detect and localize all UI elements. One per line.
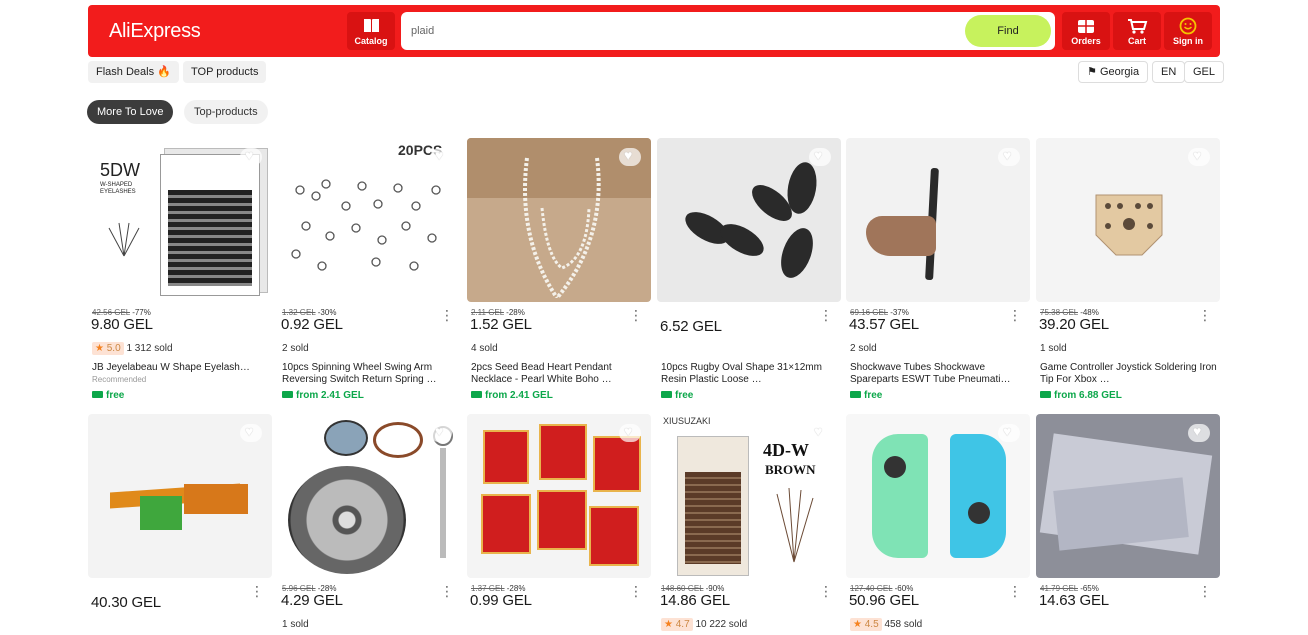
tab-top-products[interactable]: Top-products xyxy=(184,100,268,124)
wishlist-heart-icon[interactable] xyxy=(1188,423,1210,442)
language-selector[interactable]: EN xyxy=(1152,61,1186,83)
product-card[interactable]: 40.30 GEL ⋮ xyxy=(88,414,272,611)
product-card[interactable]: 20PCS 1.32 GEL -30% 0.92 GEL ⋮ 2 sold 10… xyxy=(278,138,462,401)
more-options-icon[interactable]: ⋮ xyxy=(819,584,833,598)
top-products-chip[interactable]: TOP products xyxy=(183,61,267,83)
product-card[interactable]: 41.79 GEL -65% 14.63 GEL ⋮ xyxy=(1036,414,1220,609)
flash-deals-chip[interactable]: Flash Deals 🔥 xyxy=(88,61,179,83)
wishlist-heart-icon[interactable] xyxy=(240,423,262,442)
product-card[interactable]: 75.38 GEL -48% 39.20 GEL ⋮ 1 sold Game C… xyxy=(1036,138,1220,401)
truck-icon xyxy=(92,391,103,398)
tab-more-to-love[interactable]: More To Love xyxy=(87,100,174,124)
catalog-icon xyxy=(347,16,395,36)
wishlist-heart-icon[interactable] xyxy=(430,423,452,442)
currency-selector[interactable]: GEL xyxy=(1184,61,1225,83)
wishlist-heart-icon[interactable] xyxy=(430,147,452,166)
product-card[interactable]: 2.11 GEL -28% 1.52 GEL ⋮ 4 sold 2pcs See… xyxy=(467,138,651,401)
more-options-icon[interactable]: ⋮ xyxy=(629,584,643,598)
truck-icon xyxy=(1040,391,1051,398)
wishlist-heart-icon[interactable] xyxy=(998,423,1020,442)
more-options-icon[interactable]: ⋮ xyxy=(440,308,454,322)
more-options-icon[interactable]: ⋮ xyxy=(1198,308,1212,322)
wishlist-heart-icon[interactable] xyxy=(809,147,831,166)
search-input[interactable] xyxy=(411,12,951,50)
product-card[interactable]: 5.96 GEL -28% 4.29 GEL ⋮ 1 sold xyxy=(278,414,462,630)
product-card[interactable]: XIUSUZAKI 4D-W BROWN 148.60 GEL -90% 14.… xyxy=(657,414,841,631)
aliexpress-logo[interactable]: AliExpress xyxy=(109,20,201,43)
more-options-icon[interactable]: ⋮ xyxy=(629,308,643,322)
more-options-icon[interactable]: ⋮ xyxy=(1008,308,1022,322)
product-card[interactable]: 127.40 GEL -60% 50.96 GEL ⋮ ★ 4.5 458 so… xyxy=(846,414,1030,631)
truck-icon xyxy=(850,391,861,398)
more-options-icon[interactable]: ⋮ xyxy=(819,308,833,322)
wishlist-heart-icon[interactable] xyxy=(619,423,641,442)
product-card[interactable]: 6.52 GEL ⋮ 10pcs Rugby Oval Shape 31×12m… xyxy=(657,138,841,401)
more-options-icon[interactable]: ⋮ xyxy=(440,584,454,598)
wishlist-heart-icon[interactable] xyxy=(619,147,641,166)
product-card[interactable]: 1.37 GEL -28% 0.99 GEL ⋮ xyxy=(467,414,651,609)
wishlist-heart-icon[interactable] xyxy=(809,423,831,442)
header-bar: AliExpress Catalog Find Orders Cart Sign… xyxy=(88,5,1220,57)
more-options-icon[interactable]: ⋮ xyxy=(1008,584,1022,598)
star-icon: ★ xyxy=(853,619,862,630)
more-options-icon[interactable]: ⋮ xyxy=(250,584,264,598)
cart-icon xyxy=(1113,16,1161,36)
country-selector[interactable]: ⚑ Georgia xyxy=(1078,61,1149,83)
cart-button[interactable]: Cart xyxy=(1113,12,1161,50)
catalog-button[interactable]: Catalog xyxy=(347,12,395,50)
truck-icon xyxy=(282,391,293,398)
smiley-icon xyxy=(1164,16,1212,36)
orders-button[interactable]: Orders xyxy=(1062,12,1110,50)
truck-icon xyxy=(661,391,672,398)
search-box: Find xyxy=(401,12,1055,50)
orders-icon xyxy=(1062,16,1110,36)
product-card[interactable]: 69.16 GEL -37% 43.57 GEL ⋮ 2 sold Shockw… xyxy=(846,138,1030,401)
star-icon: ★ xyxy=(664,619,673,630)
wishlist-heart-icon[interactable] xyxy=(240,147,262,166)
wishlist-heart-icon[interactable] xyxy=(998,147,1020,166)
truck-icon xyxy=(471,391,482,398)
location-flag-icon: ⚑ xyxy=(1087,66,1097,78)
product-card[interactable]: 5DW W-SHAPED EYELASHES 42.56 GEL -77% 9.… xyxy=(88,138,272,401)
find-button[interactable]: Find xyxy=(965,15,1051,47)
star-icon: ★ xyxy=(95,343,104,354)
wishlist-heart-icon[interactable] xyxy=(1188,147,1210,166)
sign-in-button[interactable]: Sign in xyxy=(1164,12,1212,50)
more-options-icon[interactable]: ⋮ xyxy=(1198,584,1212,598)
